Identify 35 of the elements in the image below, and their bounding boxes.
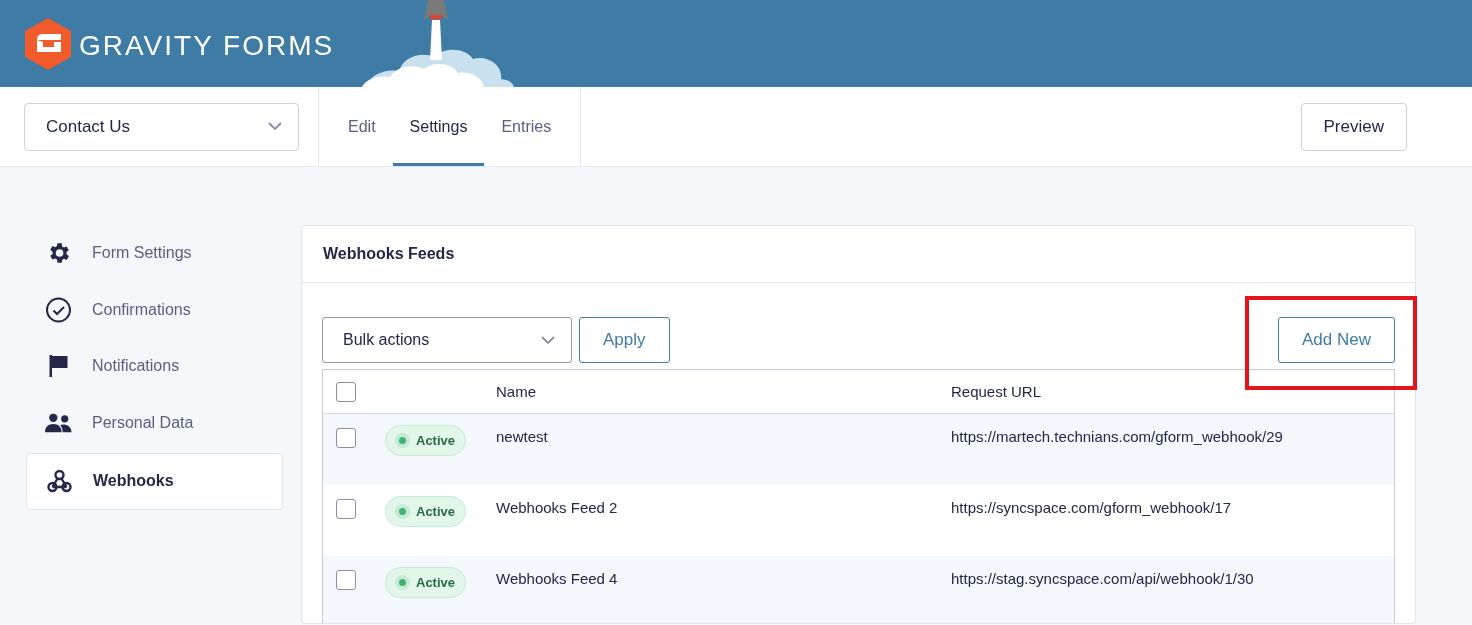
feed-name: Webhooks Feed 4 — [496, 570, 618, 587]
sidebar-item[interactable]: Personal Data — [26, 394, 283, 451]
logo-icon — [25, 17, 71, 70]
tab[interactable]: Edit — [331, 87, 393, 166]
checkbox[interactable] — [336, 381, 356, 402]
request-url: https://syncspace.com/gform_webhook/17 — [951, 499, 1232, 516]
tab[interactable]: Entries — [484, 87, 569, 166]
sidebar-item[interactable]: Notifications — [26, 338, 283, 395]
logo-text: GRAVITY FORMS — [79, 29, 335, 62]
caret-icon — [541, 335, 555, 345]
sidebar-item[interactable]: Confirmations — [26, 281, 283, 338]
apply-button[interactable]: Apply — [579, 317, 670, 363]
status-badge: Active — [385, 567, 467, 598]
column-header: Name — [496, 383, 536, 400]
add-new-button[interactable]: Add New — [1278, 317, 1395, 363]
sidebar-item[interactable]: Webhooks — [26, 453, 283, 510]
checkbox[interactable] — [336, 499, 356, 519]
preview-button[interactable]: Preview — [1300, 102, 1407, 151]
feed-name: Webhooks Feed 2 — [496, 499, 618, 516]
form-select[interactable]: Contact Us — [24, 102, 299, 151]
sidebar-item[interactable]: Form Settings — [26, 225, 283, 282]
webhook-icon — [46, 468, 73, 495]
check-circle-icon — [45, 296, 72, 323]
caret-icon — [268, 122, 282, 131]
status-badge: Active — [385, 425, 467, 456]
bulk-actions-select[interactable]: Bulk actions — [322, 317, 572, 363]
panel-title: Webhooks Feeds — [323, 245, 455, 263]
feed-name: newtest — [496, 428, 548, 445]
checkbox[interactable] — [336, 570, 356, 590]
column-header: Request URL — [951, 383, 1042, 400]
request-url: https://stag.syncspace.com/api/webhook/1/30 — [951, 570, 1254, 587]
checkbox[interactable] — [336, 428, 356, 448]
request-url: https://martech.technians.com/gform_webhook/29 — [951, 428, 1283, 445]
tab[interactable]: Settings — [392, 87, 485, 166]
status-badge: Active — [385, 496, 467, 527]
